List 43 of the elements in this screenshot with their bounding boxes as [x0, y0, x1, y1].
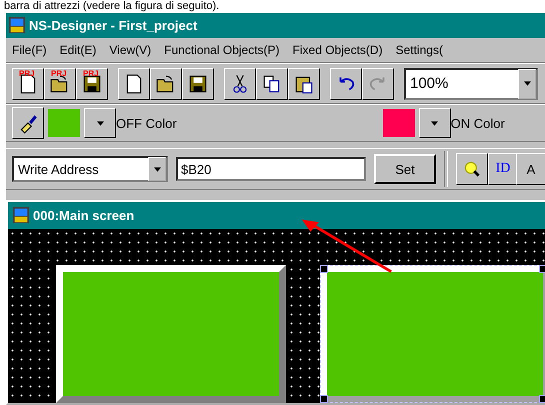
- toolbar-button[interactable]: [150, 68, 182, 100]
- set-button[interactable]: Set: [374, 154, 436, 184]
- toolbar-button[interactable]: [256, 68, 288, 100]
- on-color-label: ON Color: [450, 116, 505, 131]
- menu-item[interactable]: Fixed Objects(D): [292, 42, 383, 57]
- selection-handle[interactable]: [320, 264, 328, 273]
- menu-item[interactable]: Functional Objects(P): [164, 42, 280, 57]
- menu-item[interactable]: File(F): [12, 42, 47, 57]
- address-mode-dropdown[interactable]: Write Address: [12, 156, 168, 182]
- off-color-dropdown-button[interactable]: [84, 108, 116, 138]
- toolbar-button[interactable]: [182, 68, 214, 100]
- address-input-field[interactable]: $B20: [176, 157, 366, 182]
- selection-handle[interactable]: [539, 394, 545, 403]
- caption-text: barra di attrezzi (vedere la figura di seguito).: [3, 0, 220, 13]
- dropdown-arrow-icon: [154, 166, 160, 172]
- on-color-swatch[interactable]: [382, 109, 415, 138]
- menu-item[interactable]: View(V): [109, 42, 152, 57]
- app-logo-icon: [8, 16, 26, 34]
- menu-item[interactable]: Edit(E): [60, 42, 96, 57]
- toolbar-button[interactable]: A: [516, 153, 545, 186]
- toolbar-button[interactable]: [118, 68, 150, 100]
- selection-handle[interactable]: [539, 264, 545, 273]
- brush-button[interactable]: [12, 107, 44, 140]
- selection-handle[interactable]: [320, 394, 328, 403]
- lamp-object[interactable]: [56, 264, 286, 403]
- dropdown-arrow-icon: [524, 81, 530, 86]
- toolbar-button[interactable]: [330, 68, 362, 100]
- id-button[interactable]: ID: [488, 153, 518, 186]
- prj-label: PRJ: [83, 68, 99, 78]
- dropdown-arrow-icon: [96, 120, 104, 126]
- toolbar-button[interactable]: [224, 68, 256, 100]
- off-color-label: OFF Color: [116, 116, 177, 131]
- zoom-dropdown[interactable]: 100%: [404, 68, 538, 100]
- screen-icon: [12, 206, 30, 224]
- lamp-button[interactable]: [456, 153, 488, 186]
- dropdown-arrow-icon: [431, 120, 438, 126]
- on-color-dropdown-button[interactable]: [418, 108, 451, 138]
- off-color-swatch[interactable]: [48, 109, 80, 138]
- toolbar-button[interactable]: [288, 68, 320, 100]
- screen-title: 000:Main screen: [33, 208, 134, 223]
- window-title: NS-Designer - First_project: [29, 18, 198, 33]
- prj-label: PRJ: [51, 68, 67, 78]
- menu-item[interactable]: Settings(: [396, 42, 443, 57]
